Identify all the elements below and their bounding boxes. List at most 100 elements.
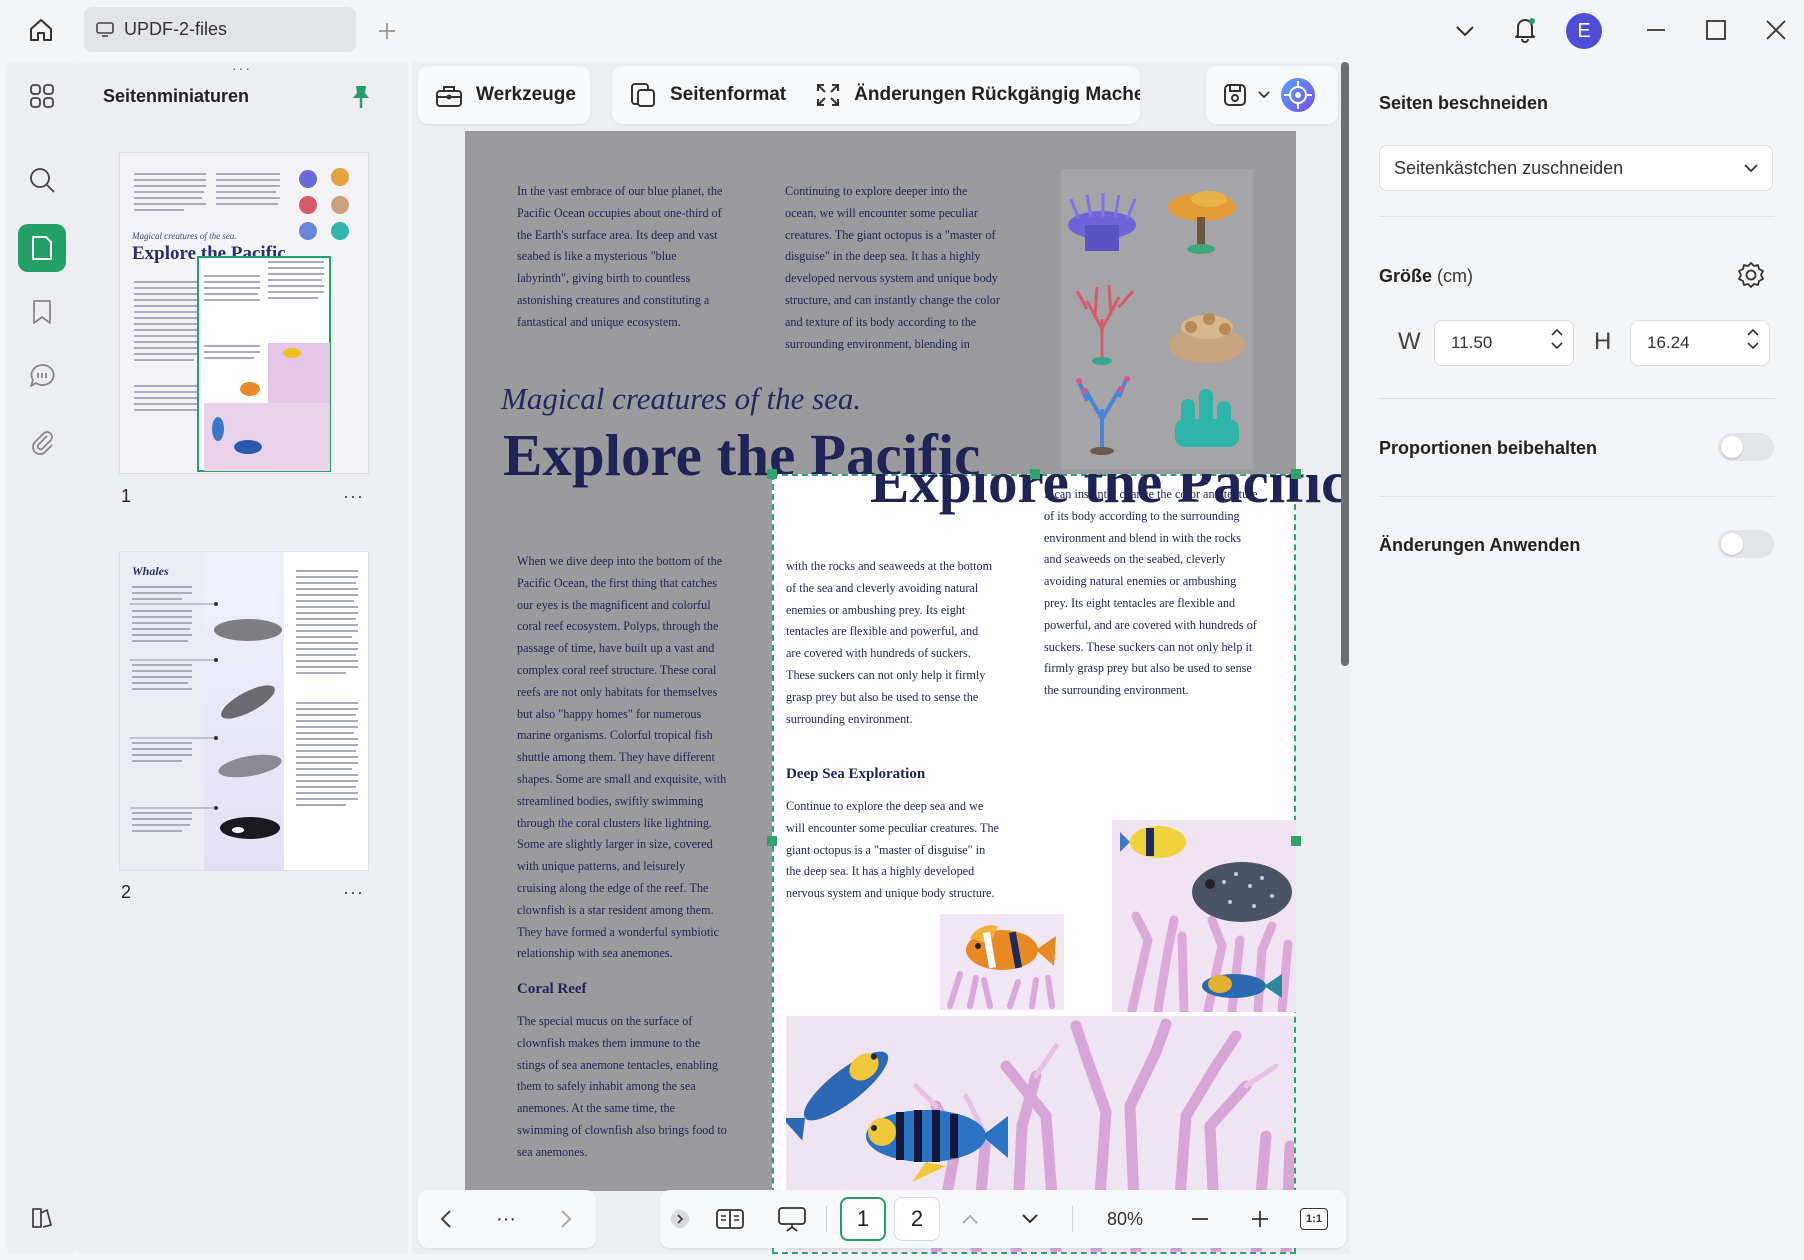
page-subtitle: Magical creatures of the sea. bbox=[501, 381, 862, 416]
vertical-scrollbar[interactable] bbox=[1341, 62, 1349, 666]
toolbox-icon bbox=[434, 81, 464, 109]
height-label: H bbox=[1594, 328, 1612, 355]
divider bbox=[1379, 496, 1775, 497]
crop-handle-top-left[interactable] bbox=[767, 469, 777, 479]
gear-icon[interactable] bbox=[1736, 260, 1766, 290]
chevron-down-icon bbox=[1744, 163, 1758, 173]
tools-button[interactable]: Werkzeuge bbox=[418, 66, 590, 124]
save-options-chevron-icon[interactable] bbox=[1258, 91, 1270, 99]
apply-changes-label: Änderungen Anwenden bbox=[1379, 535, 1581, 555]
crop-panel-title: Seiten beschneiden bbox=[1379, 93, 1549, 113]
coral-reef-heading: Coral Reef bbox=[517, 981, 587, 997]
page-2-more-button[interactable]: ··· bbox=[343, 882, 364, 903]
width-value: 11.50 bbox=[1451, 333, 1493, 352]
divider bbox=[1379, 398, 1775, 399]
zoom-level[interactable]: 80% bbox=[1090, 1190, 1160, 1248]
divider bbox=[1379, 216, 1775, 217]
apply-changes-toggle[interactable] bbox=[1718, 530, 1774, 558]
page-format-icon bbox=[628, 81, 658, 109]
extra-tools-group bbox=[1206, 66, 1338, 124]
keep-proportions-label: Proportionen beibehalten bbox=[1379, 438, 1598, 458]
next-page-icon[interactable] bbox=[1010, 1190, 1050, 1248]
chevron-down-icon[interactable] bbox=[1444, 10, 1486, 52]
svg-text:Magical creatures of the sea.: Magical creatures of the sea. bbox=[131, 231, 237, 241]
width-label: W bbox=[1398, 328, 1421, 355]
page-number-1: 1 bbox=[121, 486, 132, 506]
deep-sea-heading: Deep Sea Exploration bbox=[786, 766, 926, 782]
home-icon[interactable] bbox=[20, 9, 62, 51]
minimize-icon[interactable] bbox=[1635, 9, 1677, 51]
coral-reef-paragraph: The special mucus on the surface of clow… bbox=[517, 1014, 727, 1159]
reading-mode-icon[interactable] bbox=[710, 1190, 750, 1248]
crop-handle-right[interactable] bbox=[1291, 836, 1301, 846]
presentation-icon[interactable] bbox=[772, 1190, 812, 1248]
deep-sea-paragraph: Continue to explore the deep sea and we … bbox=[786, 799, 999, 901]
crop-paragraph-2: It can instantly change the color and te… bbox=[1044, 487, 1258, 698]
clownfish-image bbox=[940, 914, 1064, 1010]
view-controls-group: 1 2 80% 1:1 bbox=[660, 1190, 1346, 1248]
coral-intro-paragraph: When we dive deep into the bottom of the… bbox=[517, 554, 727, 961]
theme-palette-icon[interactable] bbox=[18, 1194, 66, 1242]
crop-mode-dropdown[interactable]: Seitenkästchen zuschneiden bbox=[1379, 145, 1773, 191]
comment-icon[interactable] bbox=[18, 352, 66, 400]
page-thumbnail-1[interactable]: Magical creatures of the sea. Explore th… bbox=[120, 153, 368, 473]
left-rail bbox=[6, 62, 78, 1254]
width-input[interactable]: 11.50 bbox=[1434, 320, 1574, 366]
keep-proportions-toggle[interactable] bbox=[1718, 433, 1774, 461]
file-tab[interactable]: UPDF-2-files bbox=[84, 7, 356, 52]
page-2-button[interactable]: 2 bbox=[894, 1197, 940, 1241]
page-tools-group: Seitenformat Änderungen Rückgängig Mache… bbox=[612, 66, 1140, 124]
height-stepper[interactable] bbox=[1747, 328, 1759, 350]
coral-illustrations bbox=[1057, 169, 1257, 469]
avatar[interactable]: E bbox=[1566, 13, 1602, 49]
height-value: 16.24 bbox=[1647, 333, 1690, 352]
search-icon[interactable] bbox=[18, 156, 66, 204]
size-label: Größe bbox=[1379, 266, 1433, 286]
width-stepper[interactable] bbox=[1551, 328, 1563, 350]
bookmark-icon[interactable] bbox=[18, 288, 66, 336]
height-input[interactable]: 16.24 bbox=[1630, 320, 1770, 366]
forward-chevron-icon[interactable] bbox=[546, 1190, 586, 1248]
size-title: Größe (cm) bbox=[1379, 266, 1473, 287]
crop-mode-value: Seitenkästchen zuschneiden bbox=[1394, 157, 1624, 178]
crop-handle-top-right[interactable] bbox=[1291, 469, 1301, 479]
main-toolbar: Werkzeuge Seitenformat Änderungen Rückgä… bbox=[412, 62, 1350, 128]
expand-arrow-icon[interactable] bbox=[668, 1190, 692, 1248]
pin-icon[interactable] bbox=[350, 84, 372, 110]
crop-pages-panel bbox=[1356, 62, 1798, 1254]
crop-handle-top[interactable] bbox=[1030, 469, 1040, 479]
save-icon[interactable] bbox=[1222, 81, 1248, 109]
actual-size-button[interactable]: 1:1 bbox=[1294, 1190, 1334, 1248]
new-tab-icon[interactable] bbox=[366, 10, 408, 52]
page-number-2: 2 bbox=[121, 882, 132, 902]
close-icon[interactable] bbox=[1755, 9, 1797, 51]
history-more-button[interactable]: ··· bbox=[486, 1190, 526, 1248]
page-thumbnail-2[interactable]: Whales bbox=[120, 552, 368, 870]
thumbnails-title: Seitenminiaturen bbox=[103, 86, 250, 106]
zoom-in-icon[interactable] bbox=[1240, 1190, 1280, 1248]
page-format-button[interactable]: Seitenformat bbox=[670, 84, 786, 106]
divider bbox=[1072, 1206, 1073, 1232]
page-1-more-button[interactable]: ··· bbox=[343, 486, 364, 507]
crop-handle-left[interactable] bbox=[767, 836, 777, 846]
attachment-icon[interactable] bbox=[18, 418, 66, 466]
previous-page-icon[interactable] bbox=[950, 1190, 990, 1248]
zoom-out-icon[interactable] bbox=[1180, 1190, 1220, 1248]
page-1-button[interactable]: 1 bbox=[840, 1197, 886, 1241]
size-unit: (cm) bbox=[1437, 266, 1474, 286]
coral-fish-image bbox=[1112, 820, 1296, 1012]
tools-label: Werkzeuge bbox=[476, 84, 576, 105]
file-tab-label: UPDF-2-files bbox=[124, 19, 228, 39]
file-tab-icon bbox=[96, 21, 114, 38]
notification-bell-icon[interactable] bbox=[1504, 8, 1546, 50]
apps-grid-icon[interactable] bbox=[18, 72, 66, 120]
page-thumbnails-icon[interactable] bbox=[18, 224, 66, 272]
undo-changes-button[interactable]: Änderungen Rückgängig Machen bbox=[854, 84, 1140, 106]
maximize-icon[interactable] bbox=[1695, 9, 1737, 51]
panel-resize-handle[interactable]: ··· bbox=[232, 60, 252, 76]
undo-changes-icon bbox=[814, 81, 842, 109]
crop-paragraph-1: with the rocks and seaweeds at the botto… bbox=[786, 559, 993, 726]
back-chevron-icon[interactable] bbox=[426, 1190, 466, 1248]
crop-box[interactable]: Explore the Pacific with the rocks and s… bbox=[772, 474, 1347, 1254]
ai-assistant-icon[interactable] bbox=[1280, 77, 1316, 113]
